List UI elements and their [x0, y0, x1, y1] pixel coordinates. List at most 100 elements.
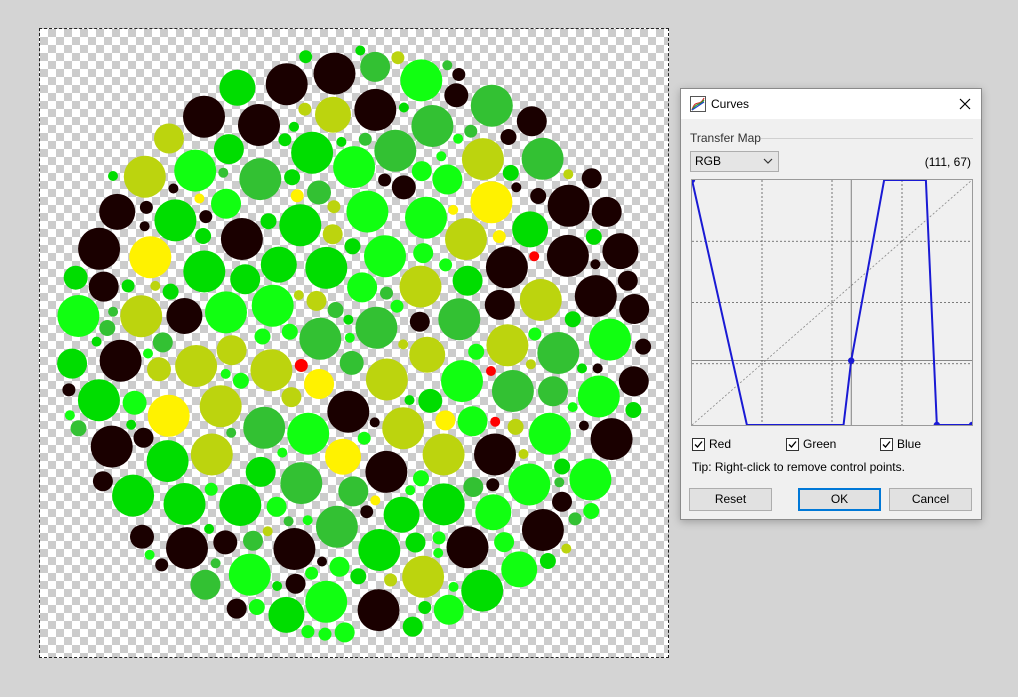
plate-dot	[619, 294, 650, 324]
close-icon	[959, 98, 971, 110]
plate-dot	[537, 332, 580, 374]
plate-dot	[501, 551, 538, 588]
plate-dot	[585, 228, 602, 245]
plate-dot	[57, 295, 100, 337]
plate-dot	[568, 512, 582, 526]
cancel-button[interactable]: Cancel	[889, 488, 972, 511]
plate-dot	[302, 515, 313, 526]
plate-dot	[250, 349, 293, 392]
plate-dot	[350, 568, 367, 585]
plate-dot	[262, 526, 273, 537]
plate-dot	[355, 45, 366, 56]
plate-dot	[78, 227, 121, 270]
transfer-map-label: Transfer Map	[690, 131, 761, 145]
plate-dot	[260, 213, 277, 230]
check-icon	[882, 440, 891, 448]
plate-dot	[539, 553, 556, 569]
control-point	[688, 176, 696, 184]
plate-dot	[168, 183, 179, 194]
plate-dot	[590, 259, 601, 270]
plate-dot	[287, 412, 330, 455]
plate-dot	[530, 188, 547, 204]
plate-dot	[521, 137, 564, 180]
plate-dot	[448, 204, 459, 215]
plate-dot	[402, 555, 445, 598]
plate-dot	[577, 363, 587, 374]
curve-plot[interactable]	[688, 176, 976, 429]
plate-dot	[329, 556, 350, 577]
plate-dot	[502, 164, 519, 181]
plate-dot	[327, 200, 341, 214]
plate-dot	[398, 102, 409, 113]
plate-dot	[453, 133, 464, 144]
plate-dot	[436, 151, 447, 162]
curve-graph[interactable]	[688, 176, 976, 429]
control-point	[848, 357, 855, 364]
plate-dot	[343, 314, 354, 325]
plate-dot	[226, 427, 237, 438]
image-canvas[interactable]	[39, 28, 669, 658]
plate-dot	[552, 491, 572, 512]
plate-dot	[327, 390, 370, 433]
mode-select[interactable]: RGB	[690, 151, 779, 172]
reset-button[interactable]: Reset	[689, 488, 772, 511]
plate-dot	[305, 566, 319, 580]
plate-dot	[62, 383, 76, 397]
plate-dot	[163, 483, 206, 525]
plate-dot	[561, 543, 572, 554]
plate-dot	[211, 188, 241, 219]
plate-dot	[358, 132, 372, 146]
plate-dot	[88, 271, 119, 302]
plate-dot	[265, 63, 308, 106]
plate-dot	[284, 169, 301, 186]
plate-dot	[583, 503, 600, 519]
plate-dot	[446, 526, 489, 569]
plate-dot	[232, 372, 249, 389]
plate-dot	[581, 168, 602, 189]
plate-dot	[318, 627, 332, 641]
blue-checkbox[interactable]: Blue	[880, 437, 921, 451]
plate-dot	[360, 505, 374, 519]
plate-dot	[518, 449, 529, 459]
plate-dot	[589, 318, 631, 361]
titlebar[interactable]: Curves	[681, 89, 981, 119]
plate-dot	[442, 60, 453, 71]
plate-dot	[334, 622, 355, 643]
plate-dot	[474, 433, 516, 476]
plate-dot	[216, 335, 247, 366]
plate-dot	[166, 527, 208, 570]
plate-dot	[365, 450, 408, 493]
plate-dot	[299, 317, 342, 360]
plate-dot	[313, 52, 356, 95]
plate-dot	[92, 471, 113, 492]
ok-button[interactable]: OK	[798, 488, 881, 511]
plate-dot	[162, 283, 179, 300]
plate-dot	[578, 420, 589, 431]
plate-dot	[378, 173, 392, 187]
close-button[interactable]	[949, 89, 981, 119]
plate-dot	[547, 184, 590, 227]
plate-dot	[432, 164, 463, 195]
plate-dot	[391, 51, 405, 65]
plate-dot	[226, 598, 247, 619]
plate-dot	[574, 275, 617, 318]
plate-dot	[486, 366, 496, 376]
plate-dot	[490, 416, 501, 427]
plate-dot	[563, 169, 574, 180]
plate-dot	[370, 495, 381, 506]
plate-dot	[152, 332, 173, 353]
plate-dot	[492, 230, 506, 244]
plate-dot	[511, 182, 522, 193]
group-divider	[761, 138, 973, 139]
red-checkbox[interactable]: Red	[692, 437, 731, 451]
plate-dot	[205, 291, 247, 334]
green-checkbox[interactable]: Green	[786, 437, 836, 451]
plate-dot	[382, 407, 425, 450]
plate-dot	[433, 548, 444, 558]
plate-dot	[380, 286, 393, 300]
plate-dot	[129, 236, 172, 279]
plate-dot	[254, 328, 271, 345]
plate-dot	[147, 394, 190, 437]
plate-dot	[220, 218, 263, 260]
plate-dot	[461, 569, 504, 612]
